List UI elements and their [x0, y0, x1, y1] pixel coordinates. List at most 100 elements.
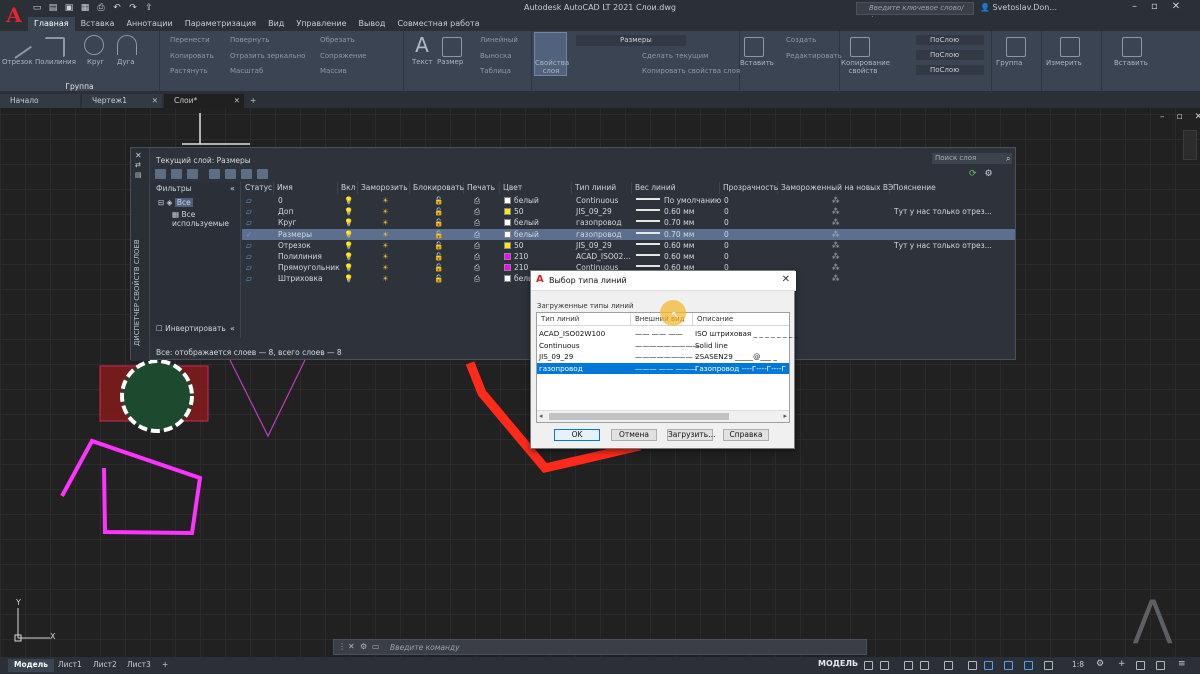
scroll-left-icon[interactable]: ◂	[539, 412, 543, 420]
tab-parametric[interactable]: Параметризация	[179, 17, 262, 31]
command-line[interactable]: ⋮ ✕ ⚙ ▭ Введите команду	[333, 639, 867, 655]
layer-transparency[interactable]: 0	[724, 217, 729, 228]
lineweight-dropdown[interactable]: ПоСлою	[916, 50, 984, 60]
col-vp-freeze[interactable]: Замороженный на новых ВЭ	[778, 182, 893, 194]
layer-on-icon[interactable]: 💡	[344, 195, 353, 206]
collapse-icon[interactable]: «	[230, 184, 235, 193]
autocad-logo[interactable]: A	[0, 0, 28, 32]
text-tool-label[interactable]: Текст	[412, 58, 433, 66]
rotate-tool[interactable]: Повернуть	[230, 36, 269, 44]
new-layer-icon[interactable]	[209, 169, 220, 179]
layer-properties-label[interactable]: Свойства слоя	[535, 59, 569, 75]
set-current-icon[interactable]	[257, 169, 268, 179]
new-file-icon[interactable]: ▭	[32, 3, 42, 13]
layer-plot-icon[interactable]: ⎙	[474, 251, 480, 262]
layer-freeze-icon[interactable]: ☀	[382, 195, 389, 206]
layer-plot-icon[interactable]: ⎙	[474, 273, 480, 284]
command-grip-icon[interactable]: ⋮	[338, 642, 346, 651]
col-lineweight[interactable]: Вес линий	[632, 182, 720, 194]
layer-lineweight[interactable]: 0.70 мм	[636, 229, 694, 240]
layer-linetype[interactable]: Continuous	[576, 195, 618, 206]
layer-linetype[interactable]: JIS_09_29	[576, 240, 612, 251]
layer-status-icon[interactable]: ▱	[246, 217, 252, 228]
create-block-tool[interactable]: Создать	[786, 36, 816, 44]
layer-on-icon[interactable]: 💡	[344, 206, 353, 217]
vp-freeze-icon[interactable]: ⁂	[832, 229, 840, 240]
palette-properties-icon[interactable]: ▤	[135, 171, 142, 179]
layer-on-icon[interactable]: 💡	[344, 240, 353, 251]
close-tab-icon[interactable]: ✕	[152, 94, 158, 107]
tab-output[interactable]: Вывод	[353, 17, 392, 31]
layer-description[interactable]: Тут у нас только отрез...	[894, 240, 992, 251]
help-button[interactable]: Справка	[723, 429, 769, 441]
tab-collaborate[interactable]: Совместная работа	[391, 17, 485, 31]
group-filter-icon[interactable]	[171, 169, 182, 179]
maximize-viewport-icon[interactable]: ▫	[1177, 112, 1183, 122]
palette-autohide-icon[interactable]: ⇄	[135, 161, 141, 169]
match-layer-tool[interactable]: Копировать свойства слоя	[642, 67, 740, 75]
linetype-dropdown[interactable]: ПоСлою	[916, 65, 984, 75]
otrack-icon[interactable]	[968, 661, 977, 670]
load-button[interactable]: Загрузить...	[667, 429, 715, 441]
close-viewport-icon[interactable]: ✕	[1195, 112, 1200, 122]
layer-description[interactable]: Тут у нас только отрез...	[894, 206, 992, 217]
user-account[interactable]: 👤 Svetoslav.Don...	[980, 3, 1057, 12]
transparency-icon[interactable]	[1004, 661, 1013, 670]
linetype-row[interactable]: JIS_09_29 ———————— · 2SASEN29 _____@___ _	[537, 351, 789, 362]
circle-tool-label[interactable]: Круг	[87, 58, 104, 66]
command-options-icon[interactable]: ⚙	[360, 642, 367, 651]
layer-name[interactable]: Прямоугольник	[278, 262, 340, 273]
layer-status-icon[interactable]: ▱	[246, 262, 252, 273]
collapse-icon[interactable]: «	[230, 324, 235, 333]
col-freeze[interactable]: Заморозить	[358, 182, 410, 194]
layer-status-icon[interactable]: ▱	[246, 206, 252, 217]
search-icon[interactable]: ⌕	[1006, 154, 1010, 164]
paste-label[interactable]: Вставить	[1114, 59, 1148, 67]
layer-status-icon[interactable]: ▱	[246, 273, 252, 284]
arc-tool-icon[interactable]	[117, 35, 137, 55]
make-current-tool[interactable]: Сделать текущим	[642, 52, 708, 60]
layer-linetype[interactable]: JIS_09_29	[576, 206, 612, 217]
layer-on-icon[interactable]: 💡	[344, 251, 353, 262]
group-label-draw[interactable]: Группа	[0, 82, 159, 91]
col-plot[interactable]: Печать	[464, 182, 500, 194]
command-close-icon[interactable]: ✕	[348, 642, 355, 651]
layer-lineweight[interactable]: 0.70 мм	[636, 217, 694, 228]
layer-lineweight[interactable]: По умолчанию	[636, 195, 721, 206]
fillet-tool[interactable]: Сопряжение	[320, 52, 366, 60]
palette-close-icon[interactable]: ✕	[135, 151, 142, 160]
horizontal-scrollbar[interactable]: ◂ ▸	[537, 410, 789, 422]
refresh-icon[interactable]: ⟳	[969, 169, 977, 179]
lineweight-toggle-icon[interactable]	[984, 661, 993, 670]
layer-lineweight[interactable]: 0.60 мм	[636, 206, 694, 217]
layer-linetype[interactable]: ACAD_ISO02...	[576, 251, 630, 262]
fullscreen-icon[interactable]	[1156, 661, 1165, 670]
color-dropdown[interactable]: ПоСлою	[916, 35, 984, 45]
circle-tool-icon[interactable]	[84, 35, 104, 55]
magenta-polyline[interactable]	[60, 438, 203, 536]
layer-linetype[interactable]: газопровод	[576, 229, 622, 240]
new-tab-button[interactable]: +	[246, 94, 260, 108]
tab-model[interactable]: Модель	[8, 659, 54, 672]
layer-on-icon[interactable]: 💡	[344, 229, 353, 240]
layer-freeze-icon[interactable]: ☀	[382, 273, 389, 284]
layer-on-icon[interactable]: 💡	[344, 262, 353, 273]
palette-titlebar[interactable]: ✕ ⇄ ▤ ДИСПЕТЧЕР СВОЙСТВ СЛОЕВ	[131, 148, 150, 361]
linetype-row[interactable]: Continuous ————————— Solid line	[537, 340, 789, 351]
tab-view[interactable]: Вид	[262, 17, 290, 31]
layer-name[interactable]: 0	[278, 195, 283, 206]
layer-lock-icon[interactable]: 🔓	[434, 206, 443, 217]
layer-freeze-icon[interactable]: ☀	[382, 240, 389, 251]
layer-color[interactable]: 210	[504, 262, 528, 273]
layer-row[interactable]: ▱ Отрезок 💡 ☀ 🔓 ⎙ 50 JIS_09_29 0.60 мм 0 ⁂ Тут у на…	[242, 240, 1015, 251]
redo-icon[interactable]: ↷	[128, 3, 138, 13]
layer-plot-icon[interactable]: ⎙	[474, 195, 480, 206]
maximize-icon[interactable]: ▫	[1151, 1, 1158, 12]
add-layout-button[interactable]: +	[156, 659, 174, 672]
polyline-tool-icon[interactable]	[45, 37, 65, 57]
layer-name[interactable]: Размеры	[278, 229, 312, 240]
layer-lock-icon[interactable]: 🔓	[434, 262, 443, 273]
vp-freeze-icon[interactable]: ⁂	[832, 251, 840, 262]
layer-status-icon[interactable]: ▱	[246, 240, 252, 251]
tab-annotate[interactable]: Аннотации	[120, 17, 178, 31]
